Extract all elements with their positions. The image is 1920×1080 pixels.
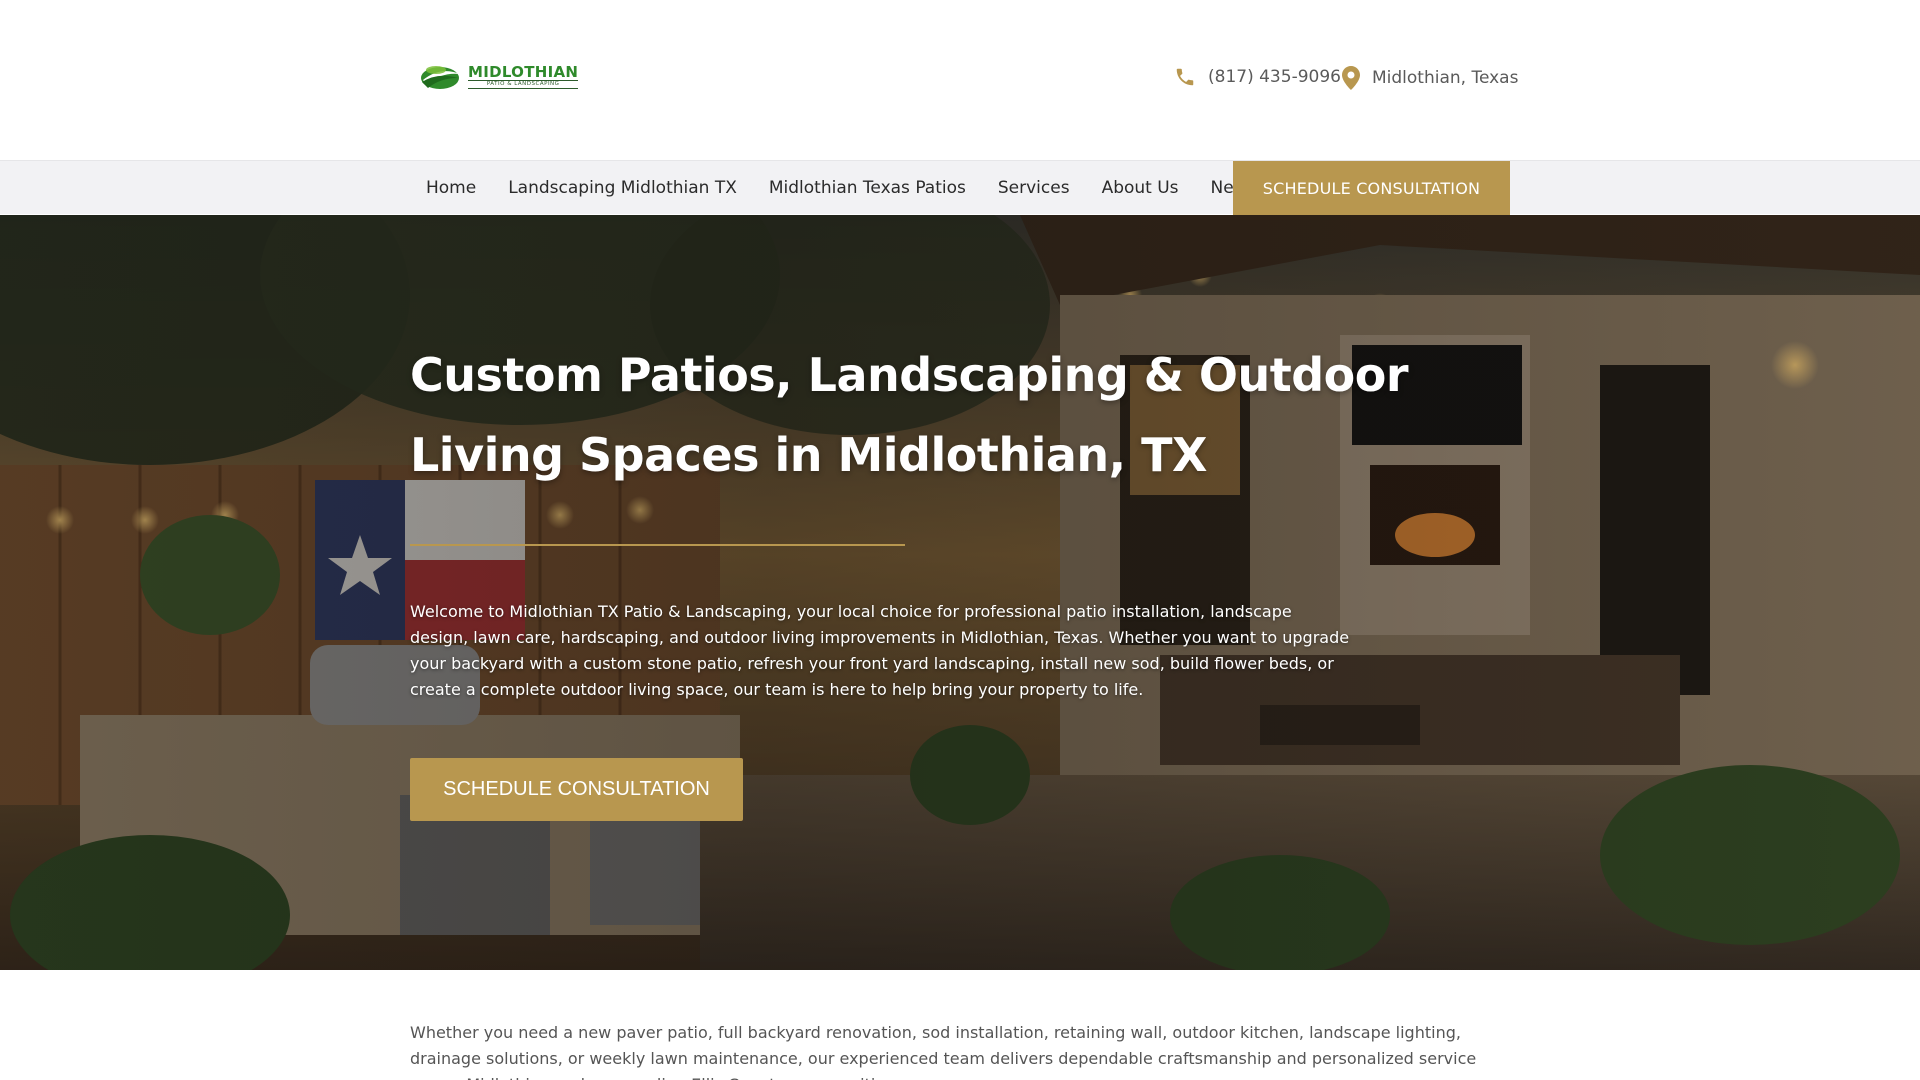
nav-item-home[interactable]: Home [410,161,492,215]
hero-title: Custom Patios, Landscaping & Outdoor Liv… [410,348,1409,482]
hero-overlay [0,215,1920,970]
hero-schedule-consultation-button[interactable]: SCHEDULE CONSULTATION [410,758,743,821]
main-navigation: Home Landscaping Midlothian TX Midlothia… [0,160,1920,215]
logo-name: MIDLOTHIAN [468,62,579,81]
phone-icon [1176,68,1194,86]
intro-paragraph: Whether you need a new paver patio, full… [410,1023,1477,1080]
nav-item-patios[interactable]: Midlothian Texas Patios [753,161,982,215]
logo-tagline: PATIO & LANDSCAPING [468,79,579,89]
hero-description: Welcome to Midlothian TX Patio & Landsca… [410,602,1350,699]
phone-number: (817) 435-9096 [1208,67,1341,87]
site-logo[interactable]: MIDLOTHIAN PATIO & LANDSCAPING [420,58,579,94]
nav-schedule-consultation-button[interactable]: SCHEDULE CONSULTATION [1233,161,1510,215]
map-pin-icon [1342,66,1360,90]
site-header: MIDLOTHIAN PATIO & LANDSCAPING (817) 435… [0,0,1920,160]
header-phone[interactable]: (817) 435-9096 [1174,66,1341,88]
nav-item-about[interactable]: About Us [1086,161,1195,215]
nav-menu: Home Landscaping Midlothian TX Midlothia… [410,161,1272,215]
nav-item-services[interactable]: Services [982,161,1086,215]
location-text: Midlothian, Texas [1372,68,1519,88]
logo-emblem-icon [420,60,464,92]
hero-divider [410,544,905,546]
header-location[interactable]: Midlothian, Texas [1342,66,1518,90]
nav-item-landscaping[interactable]: Landscaping Midlothian TX [492,161,753,215]
hero-section: Custom Patios, Landscaping & Outdoor Liv… [0,215,1920,970]
